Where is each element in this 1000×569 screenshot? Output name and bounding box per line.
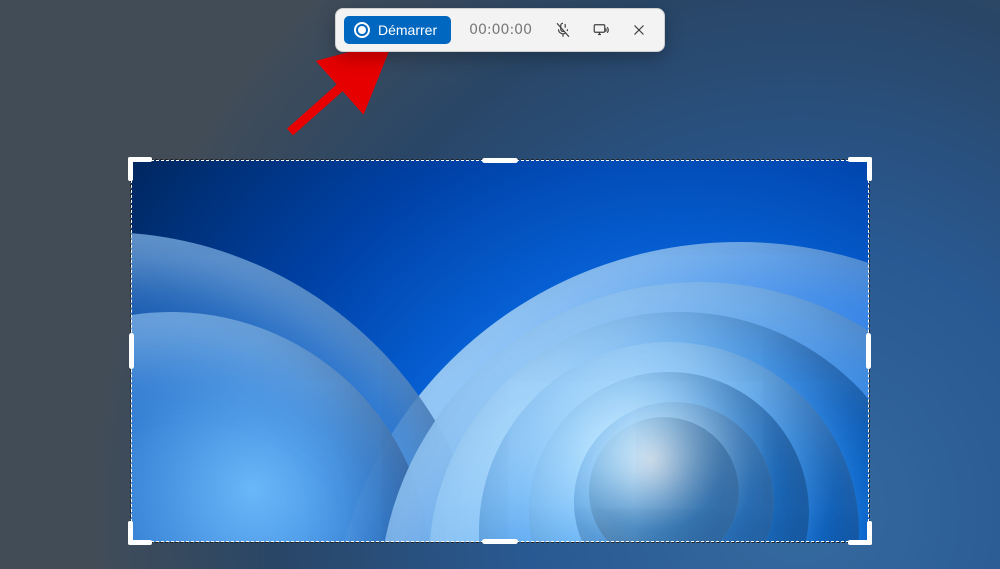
start-recording-button[interactable]: Démarrer (344, 16, 451, 44)
record-icon (354, 22, 370, 38)
microphone-toggle-button[interactable] (546, 15, 580, 45)
system-audio-icon (592, 21, 610, 39)
start-button-label: Démarrer (378, 22, 437, 38)
capture-selection-region[interactable] (131, 160, 869, 542)
close-icon (630, 21, 648, 39)
recording-toolbar: Démarrer 00:00:00 (335, 8, 665, 52)
selection-preview (131, 160, 869, 542)
microphone-muted-icon (554, 21, 572, 39)
resize-handle-left[interactable] (129, 333, 134, 369)
resize-handle-right[interactable] (866, 333, 871, 369)
resize-handle-bottom[interactable] (482, 539, 518, 544)
resize-handle-bottom-right[interactable] (848, 521, 872, 545)
close-button[interactable] (622, 15, 656, 45)
resize-handle-top-right[interactable] (848, 157, 872, 181)
recording-timer: 00:00:00 (455, 22, 542, 38)
system-audio-toggle-button[interactable] (584, 15, 618, 45)
resize-handle-bottom-left[interactable] (128, 521, 152, 545)
resize-handle-top-left[interactable] (128, 157, 152, 181)
resize-handle-top[interactable] (482, 158, 518, 163)
